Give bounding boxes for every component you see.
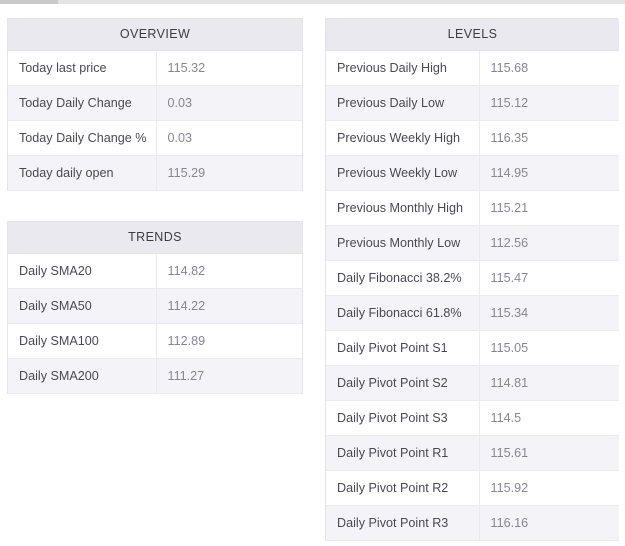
trends-row-value: 112.89: [155, 323, 303, 359]
table-row: Previous Daily High 115.68: [326, 50, 619, 86]
top-divider-active-segment: [0, 0, 58, 4]
levels-row-value: 115.92: [478, 470, 619, 506]
levels-row-value: 115.68: [478, 50, 619, 86]
table-row: Daily Fibonacci 38.2% 115.47: [326, 260, 619, 296]
levels-row-label: Daily Pivot Point S3: [326, 400, 479, 436]
levels-table-body: Previous Daily High 115.68 Previous Daily …: [326, 50, 619, 541]
levels-row-label: Daily Pivot Point R1: [326, 435, 479, 471]
levels-row-value: 115.05: [478, 330, 619, 366]
table-row: Daily SMA50 114.22: [8, 288, 303, 324]
overview-row-label: Today last price: [8, 50, 156, 86]
levels-row-value: 115.21: [478, 190, 619, 226]
levels-row-label: Previous Monthly High: [326, 190, 479, 226]
table-row: Daily Pivot Point R3 116.16: [326, 505, 619, 541]
levels-row-label: Previous Monthly Low: [326, 225, 479, 261]
table-row: Daily SMA100 112.89: [8, 323, 303, 359]
table-row: Previous Daily Low 115.12: [326, 85, 619, 121]
levels-row-value: 116.35: [478, 120, 619, 156]
table-row: Previous Weekly Low 114.95: [326, 155, 619, 191]
trends-table: TRENDS Daily SMA20 114.82 Daily SMA50 114.2…: [8, 222, 303, 394]
trends-row-value: 114.22: [155, 288, 303, 324]
trends-row-label: Daily SMA200: [8, 358, 156, 394]
trends-row-label: Daily SMA100: [8, 323, 156, 359]
levels-row-label: Previous Weekly Low: [326, 155, 479, 191]
levels-row-value: 115.12: [478, 85, 619, 121]
levels-row-label: Daily Pivot Point R2: [326, 470, 479, 506]
levels-panel: LEVELS Previous Daily High 115.68 Previous…: [325, 18, 619, 541]
overview-row-value: 115.32: [155, 50, 303, 86]
table-row: Today daily open 115.29: [8, 155, 303, 191]
trends-row-label: Daily SMA50: [8, 288, 156, 324]
overview-row-value: 0.03: [155, 120, 303, 156]
table-row: Today Daily Change 0.03: [8, 85, 303, 121]
overview-row-value: 0.03: [155, 85, 303, 121]
overview-table: OVERVIEW Today last price 115.32 Today Dai…: [8, 19, 303, 191]
levels-row-label: Previous Daily Low: [326, 85, 479, 121]
trends-panel-title: TRENDS: [8, 222, 303, 254]
trends-table-body: Daily SMA20 114.82 Daily SMA50 114.22 Daily …: [8, 253, 303, 394]
table-row: Daily Pivot Point R2 115.92: [326, 470, 619, 506]
trends-panel: TRENDS Daily SMA20 114.82 Daily SMA50 114.2…: [7, 221, 303, 394]
table-row: Daily Pivot Point S2 114.81: [326, 365, 619, 401]
overview-row-label: Today daily open: [8, 155, 156, 191]
levels-row-value: 116.16: [478, 505, 619, 541]
table-row: Today last price 115.32: [8, 50, 303, 86]
technical-overview-page: OVERVIEW Today last price 115.32 Today Dai…: [0, 0, 625, 546]
overview-panel: OVERVIEW Today last price 115.32 Today Dai…: [7, 18, 303, 191]
overview-row-label: Today Daily Change: [8, 85, 156, 121]
levels-row-label: Daily Pivot Point R3: [326, 505, 479, 541]
table-row: Previous Weekly High 116.35: [326, 120, 619, 156]
trends-row-value: 114.82: [155, 253, 303, 289]
overview-panel-title: OVERVIEW: [8, 19, 303, 51]
table-row: Previous Monthly High 115.21: [326, 190, 619, 226]
levels-row-label: Daily Pivot Point S1: [326, 330, 479, 366]
table-row: Daily SMA20 114.82: [8, 253, 303, 289]
levels-row-value: 115.61: [478, 435, 619, 471]
levels-row-value: 114.81: [478, 365, 619, 401]
trends-row-value: 111.27: [155, 358, 303, 394]
levels-row-value: 112.56: [478, 225, 619, 261]
levels-table: LEVELS Previous Daily High 115.68 Previous…: [326, 19, 619, 541]
trends-row-label: Daily SMA20: [8, 253, 156, 289]
overview-row-label: Today Daily Change %: [8, 120, 156, 156]
levels-row-label: Daily Fibonacci 38.2%: [326, 260, 479, 296]
levels-row-label: Previous Daily High: [326, 50, 479, 86]
levels-row-value: 114.95: [478, 155, 619, 191]
table-row: Previous Monthly Low 112.56: [326, 225, 619, 261]
overview-table-body: Today last price 115.32 Today Daily Change…: [8, 50, 303, 191]
levels-row-label: Daily Fibonacci 61.8%: [326, 295, 479, 331]
table-row: Daily Fibonacci 61.8% 115.34: [326, 295, 619, 331]
table-row: Daily Pivot Point S1 115.05: [326, 330, 619, 366]
levels-row-value: 115.34: [478, 295, 619, 331]
levels-row-label: Daily Pivot Point S2: [326, 365, 479, 401]
table-row: Daily Pivot Point S3 114.5: [326, 400, 619, 436]
levels-panel-title: LEVELS: [326, 19, 619, 51]
table-row: Daily SMA200 111.27: [8, 358, 303, 394]
overview-row-value: 115.29: [155, 155, 303, 191]
levels-row-value: 114.5: [478, 400, 619, 436]
levels-row-value: 115.47: [478, 260, 619, 296]
table-row: Today Daily Change % 0.03: [8, 120, 303, 156]
levels-row-label: Previous Weekly High: [326, 120, 479, 156]
top-divider-bar: [0, 0, 625, 4]
table-row: Daily Pivot Point R1 115.61: [326, 435, 619, 471]
